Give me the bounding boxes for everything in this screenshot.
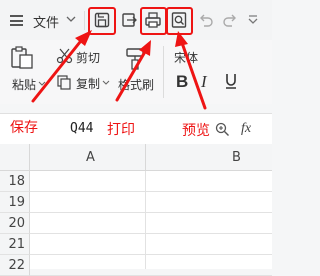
grid-row[interactable] xyxy=(30,171,272,192)
save-arrow-line xyxy=(31,35,86,103)
column-header-a[interactable]: A xyxy=(86,150,95,165)
grid-row[interactable] xyxy=(30,213,272,234)
row-header-20[interactable]: 20 xyxy=(0,213,30,234)
column-gridline xyxy=(145,171,146,269)
row-header-19[interactable]: 19 xyxy=(0,192,30,213)
preview-arrow-line xyxy=(179,38,207,110)
column-divider xyxy=(145,144,146,170)
print-arrow-line xyxy=(115,48,148,102)
spreadsheet-grid: A B 18 19 20 21 22 xyxy=(0,144,272,276)
grid-row[interactable] xyxy=(30,192,272,213)
grid-row[interactable] xyxy=(30,234,272,255)
select-all-corner[interactable] xyxy=(0,144,30,170)
preview-arrowhead xyxy=(175,31,188,47)
grid-row[interactable] xyxy=(30,255,272,276)
row-header-18[interactable]: 18 xyxy=(0,171,30,192)
row-header-22[interactable]: 22 xyxy=(0,255,30,276)
column-header-b[interactable]: B xyxy=(232,150,241,165)
row-header-21[interactable]: 21 xyxy=(0,234,30,255)
column-header-bar: A B xyxy=(0,144,272,171)
